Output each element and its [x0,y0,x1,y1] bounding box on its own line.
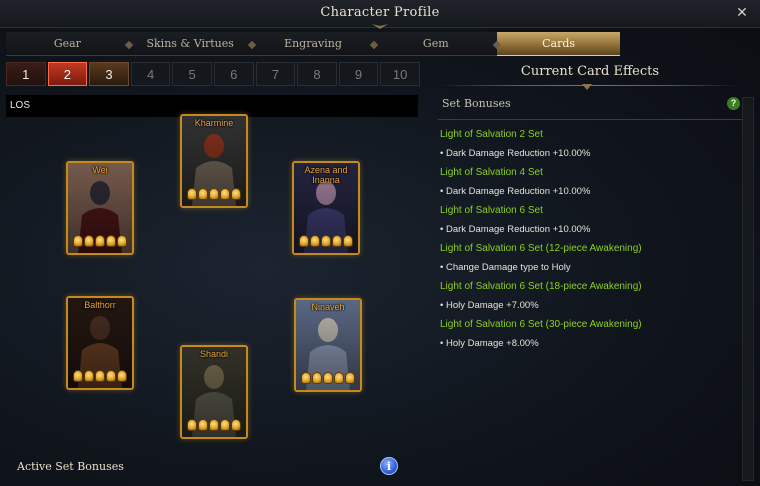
awakening-gem-icon [73,235,83,247]
deck-page-button-selected[interactable]: 2 [47,62,88,86]
question-icon[interactable]: ? [727,97,740,110]
awakening-gem-icon [209,419,219,431]
set-bonus-title: Light of Salvation 2 Set [440,129,543,140]
deck-page-button[interactable]: 7 [255,62,296,86]
set-bonus-effect: • Holy Damage +7.00% [440,300,539,311]
awakening-gems [186,419,242,431]
tab-cards[interactable]: Cards [497,32,620,56]
card-slot[interactable]: Ninaveh [294,298,362,392]
card-slot[interactable]: Shandi [180,345,248,439]
awakening-gem-icon [106,235,116,247]
card-name: Azena and Inanna [304,165,348,185]
awakening-gem-icon [117,235,127,247]
awakening-gem-icon [334,372,344,384]
deck-page-button[interactable]: 4 [130,62,171,86]
set-bonus-list: Light of Salvation 2 Set • Dark Damage Re… [440,125,740,353]
card-name: Ninaveh [311,302,345,312]
deck-page-button[interactable]: 8 [297,62,337,86]
awakening-gem-icon [301,372,311,384]
active-set-bonuses-label: Active Set Bonuses [17,460,124,473]
card-slot[interactable]: Wei [66,161,134,255]
awakening-gem-icon [198,419,208,431]
ornament-icon [582,84,592,90]
set-bonus-effect: • Dark Damage Reduction +10.00% [440,224,591,235]
awakening-gem-icon [323,372,333,384]
awakening-gem-icon [231,419,241,431]
set-bonus-title: Light of Salvation 6 Set (18-piece Awake… [440,281,642,292]
set-bonus-effect: • Holy Damage +8.00% [440,338,539,349]
awakening-gems [72,370,128,382]
awakening-gem-icon [310,235,320,247]
card-name: Shandi [199,349,229,359]
awakening-gems [72,235,128,247]
awakening-gem-icon [73,370,83,382]
awakening-gem-icon [84,370,94,382]
set-bonus-effect: • Change Damage type to Holy [440,262,571,273]
awakening-gem-icon [343,235,353,247]
set-bonus-title: Light of Salvation 6 Set (12-piece Awake… [440,243,642,254]
awakening-gems [300,372,356,384]
awakening-gem-icon [220,188,230,200]
deck-page-button[interactable]: 10 [380,62,420,86]
awakening-gems [298,235,354,247]
awakening-gem-icon [106,370,116,382]
awakening-gem-icon [209,188,219,200]
window-title: Character Profile [320,5,440,20]
card-name: Kharmine [194,118,234,128]
tab-skins-virtues[interactable]: Skins & Virtues [128,32,252,56]
card-slot[interactable]: Azena and Inanna [292,161,360,255]
awakening-gem-icon [220,419,230,431]
awakening-gem-icon [345,372,355,384]
deck-page-button[interactable]: 3 [89,62,129,86]
set-bonuses-heading: Set Bonuses [442,97,511,110]
card-slot[interactable]: Kharmine [180,114,248,208]
character-profile-window: Character Profile ✕ Gear Skins & Virtues… [0,0,760,486]
scrollbar[interactable] [742,97,754,481]
awakening-gems [186,188,242,200]
set-bonus-title: Light of Salvation 6 Set (30-piece Awake… [440,319,642,330]
awakening-gem-icon [95,370,105,382]
card-name: Wei [92,165,108,175]
deck-page-button[interactable]: 9 [338,62,379,86]
tab-engraving[interactable]: Engraving [251,32,375,56]
set-bonus-title: Light of Salvation 6 Set [440,205,543,216]
deck-page-button[interactable]: 1 [6,62,46,86]
set-bonus-title: Light of Salvation 4 Set [440,167,543,178]
deck-page-button[interactable]: 5 [172,62,212,86]
set-bonus-effect: • Dark Damage Reduction +10.00% [440,186,591,197]
deck-page-selector: 1 2 3 4 5 6 7 8 9 10 [6,62,420,86]
awakening-gem-icon [84,235,94,247]
current-card-effects-title: Current Card Effects [520,64,660,79]
ornament-icon [372,24,388,29]
awakening-gem-icon [198,188,208,200]
card-name: Balthorr [84,300,116,310]
awakening-gem-icon [332,235,342,247]
card-slot[interactable]: Balthorr [66,296,134,390]
awakening-gem-icon [312,372,322,384]
awakening-gem-icon [187,188,197,200]
title-bar[interactable]: Character Profile ✕ [0,0,760,29]
awakening-gem-icon [299,235,309,247]
awakening-gem-icon [117,370,127,382]
close-icon[interactable]: ✕ [734,4,750,20]
awakening-gem-icon [321,235,331,247]
set-bonuses-panel: Set Bonuses ? Light of Salvation 2 Set • … [432,93,742,481]
info-icon[interactable]: i [380,457,398,475]
tab-gem[interactable]: Gem [374,32,498,56]
awakening-gem-icon [231,188,241,200]
divider [438,119,742,120]
tab-gear[interactable]: Gear [6,32,129,56]
deck-page-button[interactable]: 6 [213,62,254,86]
profile-tabs: Gear Skins & Virtues Engraving Gem Cards [6,32,620,56]
awakening-gem-icon [187,419,197,431]
awakening-gem-icon [95,235,105,247]
set-bonus-effect: • Dark Damage Reduction +10.00% [440,148,591,159]
